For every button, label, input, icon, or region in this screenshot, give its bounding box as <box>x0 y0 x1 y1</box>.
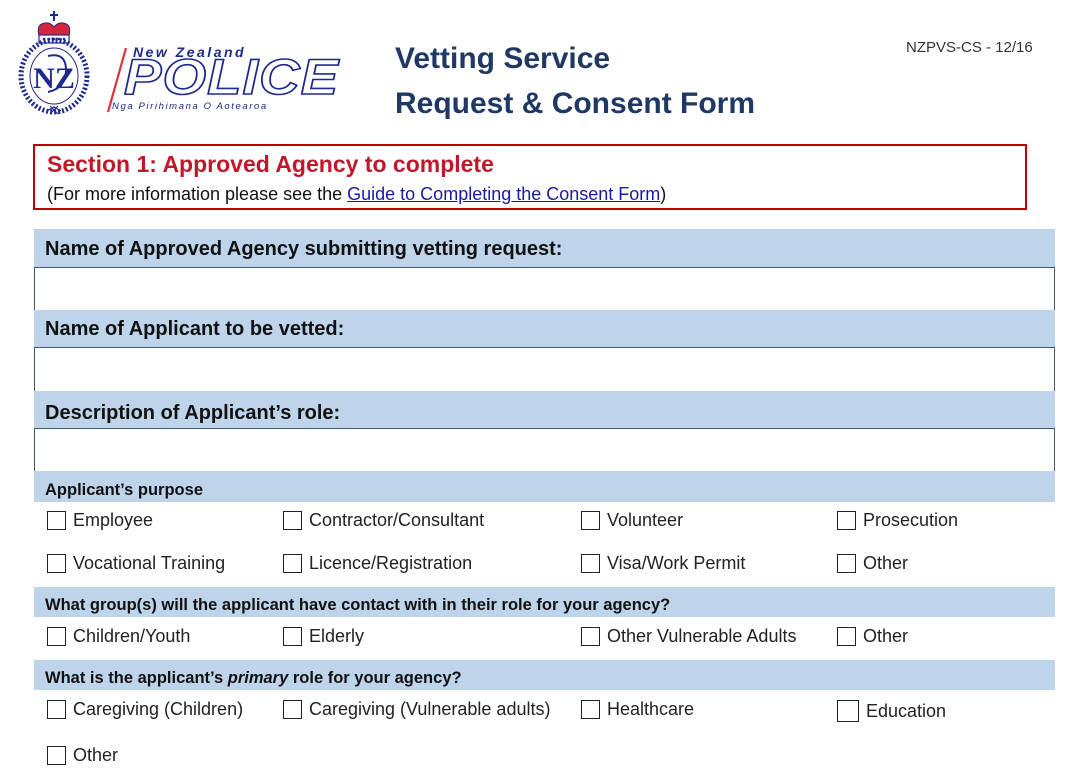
checkbox-label: Other <box>863 626 909 646</box>
applicant-name-field[interactable] <box>34 347 1055 392</box>
checkbox-box[interactable] <box>581 554 600 573</box>
purpose-volunteer-checkbox[interactable]: Volunteer <box>581 510 683 531</box>
purpose-licence-checkbox[interactable]: Licence/Registration <box>283 553 472 574</box>
checkbox-box[interactable] <box>283 511 302 530</box>
purpose-visa-checkbox[interactable]: Visa/Work Permit <box>581 553 745 574</box>
section-info-prefix: (For more information please see the <box>47 184 348 204</box>
applicant-name-label: Name of Applicant to be vetted: <box>45 318 345 340</box>
checkbox-box[interactable] <box>47 746 66 765</box>
checkbox-label: Visa/Work Permit <box>607 553 746 573</box>
groups-heading: What group(s) will the applicant have co… <box>45 596 671 614</box>
heading-emphasis: primary <box>227 669 289 687</box>
role-description-label: Description of Applicant’s role: <box>45 402 341 424</box>
checkbox-box[interactable] <box>47 627 66 646</box>
checkbox-label: Other <box>73 745 119 765</box>
agency-name-field[interactable] <box>34 267 1055 311</box>
checkbox-label: Contractor/Consultant <box>309 510 485 530</box>
role-caregiving-children-checkbox[interactable]: Caregiving (Children) <box>47 699 243 720</box>
primary-role-header: What is the applicant’s primary role for… <box>34 660 1055 690</box>
agency-name-label: Name of Approved Agency submitting vetti… <box>45 238 563 260</box>
heading-prefix: What is the applicant’s <box>45 669 228 687</box>
section-info-suffix: ) <box>660 184 667 204</box>
purpose-header: Applicant’s purpose <box>34 471 1055 502</box>
primary-role-heading: What is the applicant’s primary role for… <box>45 669 462 688</box>
logo-subtitle: Nga Pirihimana O Aotearoa <box>112 101 268 112</box>
form-title-line2: Request & Consent Form <box>395 87 756 120</box>
section-title: Section 1: Approved Agency to complete <box>47 151 494 177</box>
checkbox-box[interactable] <box>581 700 600 719</box>
role-description-field[interactable] <box>34 428 1055 472</box>
section-info: (For more information please see the Gui… <box>47 184 666 205</box>
group-children-checkbox[interactable]: Children/Youth <box>47 626 190 647</box>
police-crest-icon: NZ <box>18 11 90 115</box>
checkbox-box[interactable] <box>837 627 856 646</box>
checkbox-box[interactable] <box>581 511 600 530</box>
group-other-checkbox[interactable]: Other <box>837 626 908 647</box>
checkbox-box[interactable] <box>47 511 66 530</box>
checkbox-box[interactable] <box>283 554 302 573</box>
role-description-input[interactable] <box>35 429 1054 471</box>
checkbox-label: Caregiving (Children) <box>73 699 244 719</box>
checkbox-box[interactable] <box>283 700 302 719</box>
checkbox-label: Caregiving (Vulnerable adults) <box>309 699 551 719</box>
purpose-other-checkbox[interactable]: Other <box>837 553 908 574</box>
checkbox-label: Vocational Training <box>73 553 226 573</box>
checkbox-box[interactable] <box>47 554 66 573</box>
checkbox-box[interactable] <box>283 627 302 646</box>
checkbox-label: Other <box>863 553 909 573</box>
checkbox-box[interactable] <box>837 511 856 530</box>
checkbox-box[interactable] <box>47 700 66 719</box>
form-code: NZPVS-CS - 12/16 <box>906 39 1033 56</box>
form-title-line1: Vetting Service <box>395 42 611 75</box>
checkbox-label: Education <box>866 700 947 721</box>
role-caregiving-adults-checkbox[interactable]: Caregiving (Vulnerable adults) <box>283 699 550 720</box>
purpose-employee-checkbox[interactable]: Employee <box>47 510 153 531</box>
agency-name-input[interactable] <box>35 268 1054 310</box>
checkbox-label: Employee <box>73 510 154 530</box>
applicant-name-header: Name of Applicant to be vetted: <box>34 310 1055 347</box>
checkbox-label: Elderly <box>309 626 365 646</box>
purpose-heading: Applicant’s purpose <box>45 481 203 499</box>
role-education-checkbox[interactable]: Education <box>837 700 946 722</box>
role-description-header: Description of Applicant’s role: <box>34 391 1055 428</box>
checkbox-label: Volunteer <box>607 510 684 530</box>
section-1-box: Section 1: Approved Agency to complete (… <box>33 144 1027 210</box>
heading-suffix: role for your agency? <box>288 669 462 687</box>
checkbox-label: Children/Youth <box>73 626 191 646</box>
checkbox-label: Other Vulnerable Adults <box>607 626 797 646</box>
checkbox-label: Licence/Registration <box>309 553 473 573</box>
checkbox-box[interactable] <box>837 554 856 573</box>
group-vulnerable-adults-checkbox[interactable]: Other Vulnerable Adults <box>581 626 796 647</box>
group-elderly-checkbox[interactable]: Elderly <box>283 626 364 647</box>
checkbox-label: Healthcare <box>607 699 695 719</box>
purpose-prosecution-checkbox[interactable]: Prosecution <box>837 510 958 531</box>
checkbox-box[interactable] <box>837 700 859 722</box>
guide-link[interactable]: Guide to Completing the Consent Form <box>347 184 660 204</box>
logo-police-wordmark: POLICE <box>123 49 340 105</box>
role-healthcare-checkbox[interactable]: Healthcare <box>581 699 694 720</box>
purpose-vocational-checkbox[interactable]: Vocational Training <box>47 553 225 574</box>
agency-name-header: Name of Approved Agency submitting vetti… <box>34 229 1055 267</box>
checkbox-box[interactable] <box>581 627 600 646</box>
purpose-contractor-checkbox[interactable]: Contractor/Consultant <box>283 510 484 531</box>
checkbox-label: Prosecution <box>863 510 959 530</box>
role-other-checkbox[interactable]: Other <box>47 745 118 766</box>
groups-header: What group(s) will the applicant have co… <box>34 587 1055 617</box>
applicant-name-input[interactable] <box>35 348 1054 391</box>
